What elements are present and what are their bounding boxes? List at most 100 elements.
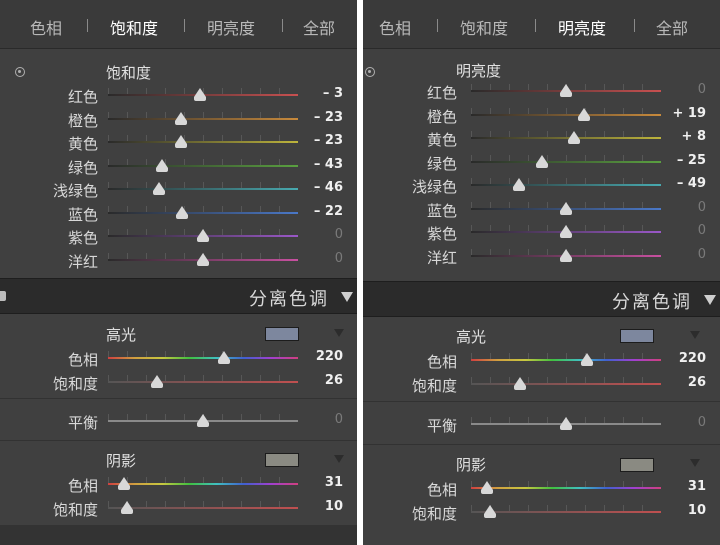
slider-thumb[interactable] xyxy=(218,351,231,364)
slider-value[interactable]: – 49 xyxy=(677,176,706,191)
slider-thumb[interactable] xyxy=(118,477,131,490)
slider-thumb[interactable] xyxy=(481,481,494,494)
slider-value[interactable]: 26 xyxy=(325,373,343,388)
slider-thumb[interactable] xyxy=(151,375,164,388)
panel-switch-icon[interactable] xyxy=(0,291,6,301)
slider-thumb[interactable] xyxy=(513,178,526,191)
hsl-slider-row: 洋红 0 xyxy=(0,249,357,271)
slider-thumb[interactable] xyxy=(578,107,591,121)
tab-saturation[interactable]: 饱和度 xyxy=(110,15,158,39)
highlight-color-swatch[interactable] xyxy=(265,327,299,341)
slider-track[interactable] xyxy=(108,188,298,190)
balance-row: 平衡 0 xyxy=(0,410,357,432)
slider-thumb[interactable] xyxy=(560,201,572,215)
slider-value[interactable]: – 25 xyxy=(677,153,706,168)
slider-value[interactable]: 31 xyxy=(688,479,706,494)
slider-value[interactable]: – 43 xyxy=(314,157,343,172)
slider-thumb[interactable] xyxy=(514,377,527,390)
slider-track[interactable] xyxy=(108,164,298,167)
slider-track[interactable] xyxy=(108,117,298,120)
slider-label: 红色 xyxy=(67,88,98,106)
slider-value[interactable]: + 19 xyxy=(672,106,706,121)
slider-thumb[interactable] xyxy=(175,111,188,125)
highlight-disclosure-icon[interactable] xyxy=(690,331,700,339)
slider-value[interactable]: – 23 xyxy=(314,110,343,125)
slider-value[interactable]: 220 xyxy=(679,351,706,366)
slider-track[interactable] xyxy=(471,160,661,163)
slider-label: 紫色 xyxy=(426,225,457,243)
slider-thumb[interactable] xyxy=(156,158,169,172)
slider-thumb[interactable] xyxy=(197,414,209,427)
slider-value[interactable]: 0 xyxy=(335,227,343,242)
highlight-hue-row: 色相 220 xyxy=(363,349,720,371)
split-toning-header[interactable]: 分离色调 xyxy=(363,281,720,317)
tab-all[interactable]: 全部 xyxy=(656,15,688,39)
slider-value[interactable]: 0 xyxy=(698,200,706,215)
slider-value[interactable]: 10 xyxy=(688,503,706,518)
shadow-color-swatch[interactable] xyxy=(265,453,299,467)
slider-value[interactable]: – 22 xyxy=(314,204,343,219)
tab-all[interactable]: 全部 xyxy=(303,15,335,39)
slider-thumb[interactable] xyxy=(560,417,572,430)
split-toning-header[interactable]: 分离色调 xyxy=(0,278,357,314)
tab-hue[interactable]: 色相 xyxy=(30,15,62,39)
slider-value[interactable]: + 8 xyxy=(682,129,706,144)
slider-track[interactable] xyxy=(108,357,298,359)
slider-track[interactable] xyxy=(471,511,661,513)
slider-track[interactable] xyxy=(471,359,661,361)
slider-track[interactable] xyxy=(108,141,298,143)
slider-track[interactable] xyxy=(108,507,298,509)
divider xyxy=(363,401,720,402)
slider-thumb[interactable] xyxy=(560,248,572,262)
slider-value[interactable]: 0 xyxy=(335,412,343,427)
slider-value[interactable]: 0 xyxy=(698,247,706,262)
shadow-disclosure-icon[interactable] xyxy=(690,459,700,467)
hsl-slider-row: 橙色 – 23 xyxy=(0,108,357,130)
slider-thumb[interactable] xyxy=(560,84,572,97)
slider-value[interactable]: 0 xyxy=(698,223,706,238)
slider-thumb[interactable] xyxy=(536,154,549,168)
slider-track[interactable] xyxy=(108,381,298,383)
slider-thumb[interactable] xyxy=(560,225,572,238)
slider-value[interactable]: – 23 xyxy=(314,133,343,148)
tab-luminance[interactable]: 明亮度 xyxy=(207,15,255,39)
tab-hue[interactable]: 色相 xyxy=(379,15,411,39)
slider-thumb[interactable] xyxy=(153,182,166,195)
collapse-triangle-icon[interactable] xyxy=(704,295,716,305)
slider-thumb[interactable] xyxy=(121,501,133,514)
tab-saturation[interactable]: 饱和度 xyxy=(460,15,508,39)
slider-track[interactable] xyxy=(471,137,661,139)
slider-thumb[interactable] xyxy=(197,252,209,266)
target-adjustment-icon[interactable] xyxy=(365,67,375,77)
shadow-color-swatch[interactable] xyxy=(620,458,654,472)
tab-luminance[interactable]: 明亮度 xyxy=(558,15,606,39)
slider-track[interactable] xyxy=(108,211,298,214)
slider-value[interactable]: 0 xyxy=(698,82,706,97)
slider-value[interactable]: 220 xyxy=(316,349,343,364)
slider-thumb[interactable] xyxy=(194,88,207,101)
slider-thumb[interactable] xyxy=(175,135,188,148)
slider-thumb[interactable] xyxy=(176,205,189,219)
slider-thumb[interactable] xyxy=(484,505,496,518)
target-adjustment-icon[interactable] xyxy=(15,67,25,77)
highlight-color-swatch[interactable] xyxy=(620,329,654,343)
slider-value[interactable]: 0 xyxy=(698,415,706,430)
slider-thumb[interactable] xyxy=(197,229,209,242)
slider-thumb[interactable] xyxy=(567,131,580,144)
slider-track[interactable] xyxy=(471,383,661,385)
highlight-disclosure-icon[interactable] xyxy=(334,329,344,337)
slider-track[interactable] xyxy=(471,184,661,186)
slider-track[interactable] xyxy=(108,483,298,485)
slider-value[interactable]: – 3 xyxy=(323,86,343,101)
slider-value[interactable]: 31 xyxy=(325,475,343,490)
shadow-disclosure-icon[interactable] xyxy=(334,455,344,463)
slider-track[interactable] xyxy=(471,487,661,489)
slider-track[interactable] xyxy=(471,113,661,116)
slider-thumb[interactable] xyxy=(581,353,594,366)
slider-value[interactable]: 0 xyxy=(335,251,343,266)
slider-value[interactable]: 26 xyxy=(688,375,706,390)
slider-value[interactable]: 10 xyxy=(325,499,343,514)
slider-value[interactable]: – 46 xyxy=(314,180,343,195)
collapse-triangle-icon[interactable] xyxy=(341,292,353,302)
tab-separator xyxy=(184,19,185,32)
